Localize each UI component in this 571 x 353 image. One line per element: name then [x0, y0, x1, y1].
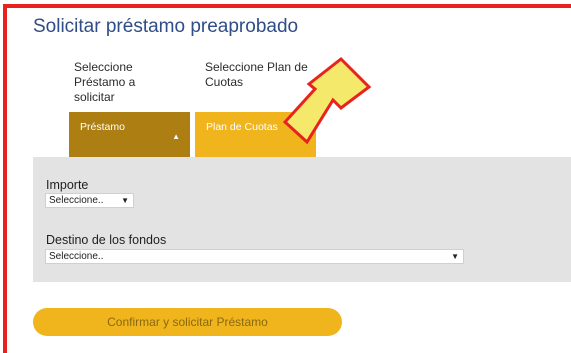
- amount-select-value: Seleccione..: [49, 195, 104, 206]
- destination-label: Destino de los fondos: [46, 233, 167, 247]
- destination-select-value: Seleccione..: [49, 251, 104, 262]
- confirm-request-button[interactable]: Confirmar y solicitar Préstamo: [33, 308, 342, 336]
- destination-select[interactable]: Seleccione.. ▼: [45, 249, 464, 264]
- loan-form-panel: Importe Seleccione.. ▼ Destino de los fo…: [33, 157, 571, 282]
- tab-loan-label: Préstamo: [80, 121, 125, 133]
- tab-loan[interactable]: Préstamo ▲: [69, 112, 190, 158]
- tab-plan-label: Plan de Cuotas: [206, 121, 278, 133]
- caret-down-icon: ▼: [121, 196, 129, 205]
- amount-label: Importe: [46, 178, 89, 192]
- step-label-loan: Seleccione Préstamo a solicitar: [74, 60, 136, 104]
- page-title: Solicitar préstamo preaprobado: [33, 16, 299, 37]
- caret-down-icon: ▼: [451, 252, 459, 261]
- callout-arrow-icon: [282, 57, 372, 145]
- chevron-up-icon: ▲: [172, 132, 180, 141]
- amount-select[interactable]: Seleccione.. ▼: [45, 193, 134, 208]
